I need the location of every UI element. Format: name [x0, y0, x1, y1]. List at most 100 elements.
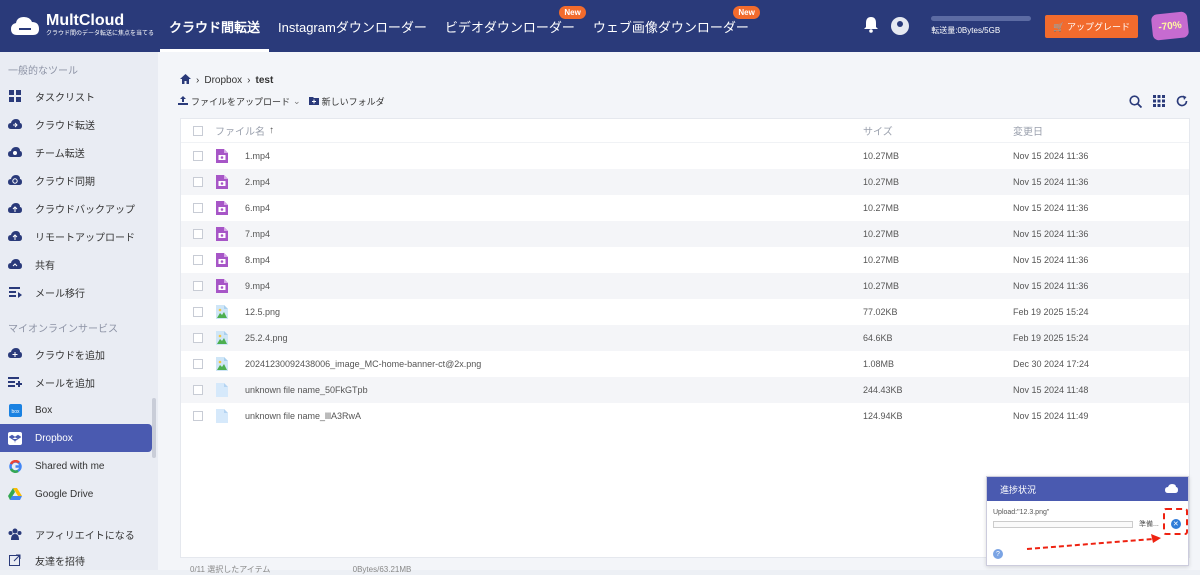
- user-avatar-icon[interactable]: [891, 17, 910, 35]
- table-row[interactable]: 12.5.png 77.02KB Feb 19 2025 15:24: [181, 299, 1189, 325]
- upload-label: ファイルをアップロード: [191, 97, 291, 107]
- file-name[interactable]: 25.2.4.png: [245, 333, 288, 343]
- multcloud-logo-icon: [10, 15, 40, 37]
- promo-badge[interactable]: -70%: [1150, 11, 1190, 41]
- table-row[interactable]: unknown file name_lllA3RwA 124.94KB Nov 15…: [181, 403, 1189, 429]
- table-row[interactable]: 7.mp4 10.27MB Nov 15 2024 11:36: [181, 221, 1189, 247]
- table-row[interactable]: unknown file name_50FkGTpb 244.43KB Nov 15…: [181, 377, 1189, 403]
- file-name[interactable]: 20241230092438006_image_MC-home-banner-c…: [245, 359, 481, 369]
- file-name[interactable]: 6.mp4: [245, 203, 270, 213]
- table-row[interactable]: 6.mp4 10.27MB Nov 15 2024 11:36: [181, 195, 1189, 221]
- refresh-icon[interactable]: [1176, 95, 1188, 111]
- sidebar-item-share[interactable]: 共有: [0, 250, 158, 278]
- table-row[interactable]: 1.mp4 10.27MB Nov 15 2024 11:36: [181, 143, 1189, 169]
- row-checkbox[interactable]: [193, 307, 203, 317]
- file-name[interactable]: 1.mp4: [245, 151, 270, 161]
- sidebar-item-team-transfer[interactable]: チーム転送: [0, 138, 158, 166]
- sidebar-item-cloud-transfer[interactable]: クラウド転送: [0, 110, 158, 138]
- file-name[interactable]: unknown file name_50FkGTpb: [245, 385, 368, 395]
- annotation-arrow: [1026, 534, 1161, 550]
- google-icon: [8, 459, 22, 473]
- sidebar-item-invite[interactable]: 友達を招待: [0, 548, 158, 572]
- sidebar-item-cloud-sync[interactable]: クラウド同期: [0, 166, 158, 194]
- file-size: 244.43KB: [863, 385, 903, 395]
- cloud-sync-icon: [8, 173, 22, 187]
- file-size: 77.02KB: [863, 307, 898, 317]
- upload-file-button[interactable]: ファイルをアップロード ⌄: [178, 95, 301, 108]
- row-checkbox[interactable]: [193, 151, 203, 161]
- sidebar-item-add-cloud[interactable]: クラウドを追加: [0, 340, 158, 368]
- row-checkbox[interactable]: [193, 203, 203, 213]
- sidebar-item-add-email[interactable]: メールを追加: [0, 368, 158, 396]
- sidebar-item-google-drive[interactable]: Google Drive: [0, 480, 158, 508]
- nav-cloud-transfer[interactable]: クラウド間転送: [160, 0, 270, 52]
- row-checkbox[interactable]: [193, 359, 203, 369]
- upgrade-button[interactable]: 🛒 アップグレード: [1045, 14, 1138, 38]
- file-size: 10.27MB: [863, 151, 900, 161]
- row-checkbox[interactable]: [193, 333, 203, 343]
- table-row[interactable]: 25.2.4.png 64.6KB Feb 19 2025 15:24: [181, 325, 1189, 351]
- table-row[interactable]: 8.mp4 10.27MB Nov 15 2024 11:36: [181, 247, 1189, 273]
- file-name[interactable]: 7.mp4: [245, 229, 270, 239]
- sidebar-item-remote-upload[interactable]: リモートアップロード: [0, 222, 158, 250]
- table-row[interactable]: 20241230092438006_image_MC-home-banner-c…: [181, 351, 1189, 377]
- breadcrumb-root[interactable]: Dropbox: [204, 75, 242, 86]
- chevron-down-icon: ⌄: [293, 96, 301, 106]
- nav-web-image-downloader[interactable]: ウェブ画像ダウンローダー New: [584, 0, 760, 52]
- row-checkbox[interactable]: [193, 281, 203, 291]
- file-date: Nov 15 2024 11:36: [1013, 229, 1089, 239]
- sidebar-scrollbar[interactable]: [152, 398, 156, 458]
- select-all-checkbox[interactable]: [193, 125, 203, 136]
- sidebar-item-shared-with-me[interactable]: Shared with me: [0, 452, 158, 480]
- view-tools: [1118, 95, 1188, 111]
- quota-bar: [931, 16, 1032, 21]
- sidebar-item-task-list[interactable]: タスクリスト: [0, 82, 158, 110]
- logo[interactable]: MultCloud クラウド間のデータ転送に焦点を当てる: [0, 13, 160, 39]
- file-date: Nov 15 2024 11:36: [1013, 151, 1089, 161]
- search-icon[interactable]: [1129, 95, 1143, 111]
- file-icon: [216, 383, 228, 397]
- sidebar-item-email-migration[interactable]: メール移行: [0, 278, 158, 306]
- row-checkbox[interactable]: [193, 229, 203, 239]
- nav-instagram-downloader[interactable]: Instagramダウンローダー: [269, 0, 436, 52]
- new-folder-button[interactable]: 新しいフォルダ: [308, 95, 385, 108]
- sidebar-item-box[interactable]: box Box: [0, 396, 158, 424]
- file-date: Nov 15 2024 11:36: [1013, 281, 1089, 291]
- file-name[interactable]: 12.5.png: [245, 307, 280, 317]
- file-name[interactable]: 2.mp4: [245, 177, 270, 187]
- nav-video-downloader[interactable]: ビデオダウンローダー New: [436, 0, 586, 52]
- file-name[interactable]: 9.mp4: [245, 281, 270, 291]
- video-file-icon: [216, 149, 228, 163]
- row-checkbox[interactable]: [193, 411, 203, 421]
- bell-icon[interactable]: [863, 16, 879, 36]
- table-row[interactable]: 2.mp4 10.27MB Nov 15 2024 11:36: [181, 169, 1189, 195]
- affiliate-icon: [8, 527, 22, 541]
- sidebar-item-label: クラウド転送: [35, 120, 95, 132]
- sidebar: 一般的なツール タスクリスト クラウド転送 チーム転送 クラウド同期 クラウドバ…: [0, 52, 158, 570]
- column-header-name[interactable]: ファイル名 ↑: [215, 123, 863, 138]
- file-name[interactable]: 8.mp4: [245, 255, 270, 265]
- column-header-size[interactable]: サイズ: [863, 123, 1013, 138]
- file-name[interactable]: unknown file name_lllA3RwA: [245, 411, 361, 421]
- progress-body: Upload:"12.3.png" 準備... ✕: [987, 501, 1188, 529]
- row-checkbox[interactable]: [193, 177, 203, 187]
- file-date: Nov 15 2024 11:49: [1013, 411, 1089, 421]
- grid-view-icon[interactable]: [1153, 95, 1165, 111]
- column-header-date[interactable]: 変更日: [1013, 123, 1183, 138]
- progress-file: Upload:"12.3.png": [993, 509, 1050, 516]
- table-body: 1.mp4 10.27MB Nov 15 2024 11:36 2.mp4 10.27M…: [181, 143, 1189, 429]
- help-icon[interactable]: ?: [993, 549, 1003, 559]
- sidebar-item-label: Box: [35, 404, 53, 416]
- sidebar-item-affiliate[interactable]: アフィリエイトになる: [0, 520, 158, 548]
- video-file-icon: [216, 175, 228, 189]
- sidebar-item-dropbox[interactable]: Dropbox: [0, 424, 152, 452]
- sidebar-item-label: Dropbox: [35, 432, 73, 444]
- table-row[interactable]: 9.mp4 10.27MB Nov 15 2024 11:36: [181, 273, 1189, 299]
- cloud-icon[interactable]: [1165, 483, 1178, 495]
- file-date: Feb 19 2025 15:24: [1013, 307, 1089, 317]
- highlight-box: [1163, 508, 1188, 535]
- sidebar-item-cloud-backup[interactable]: クラウドバックアップ: [0, 194, 158, 222]
- row-checkbox[interactable]: [193, 385, 203, 395]
- home-icon[interactable]: [180, 74, 191, 87]
- row-checkbox[interactable]: [193, 255, 203, 265]
